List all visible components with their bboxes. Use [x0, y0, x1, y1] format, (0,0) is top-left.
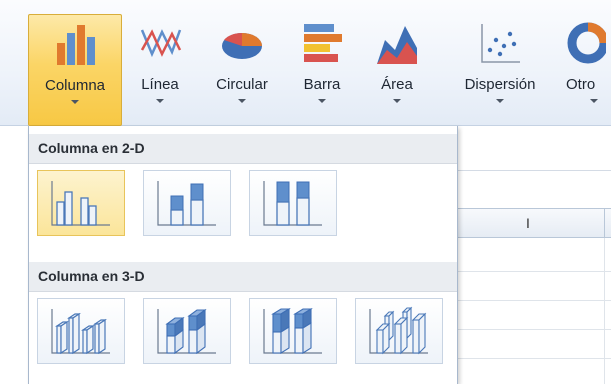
area-chart-button[interactable]: Área [370, 14, 424, 126]
row-gridline [456, 300, 611, 301]
chevron-down-icon [71, 100, 79, 104]
pie-chart-icon [222, 32, 262, 59]
3d-clustered-column-option[interactable] [37, 298, 125, 364]
section-header-2d: Columna en 2-D [29, 134, 457, 164]
scatter-chart-label: Dispersión [464, 76, 536, 93]
scatter-chart-button[interactable]: Dispersión [444, 14, 556, 126]
chevron-down-icon [318, 99, 326, 103]
3d-stacked-column-option[interactable] [143, 298, 231, 364]
chevron-down-icon [590, 99, 598, 103]
chevron-down-icon [496, 99, 504, 103]
3d-100-stacked-column-option[interactable] [249, 298, 337, 364]
stacked-column-icon [157, 181, 216, 226]
other-charts-button[interactable]: Otro [562, 14, 611, 126]
100-stacked-column-icon [263, 181, 322, 226]
section-header-3d: Columna en 3-D [29, 262, 457, 292]
divider [456, 170, 611, 171]
ribbon-chart-group: Columna Línea Circular Barra Área Disper… [0, 0, 611, 126]
row-gridline [456, 271, 611, 272]
3d-stacked-column-icon [157, 308, 216, 355]
other-charts-label: Otro [566, 76, 596, 93]
column-chart-label: Columna [44, 77, 106, 94]
3d-clustered-column-icon [51, 309, 110, 355]
line-chart-icon [140, 29, 182, 58]
pie-chart-label: Circular [216, 76, 268, 93]
row-gridline [456, 329, 611, 330]
clustered-column-icon [51, 181, 110, 226]
chevron-down-icon [393, 99, 401, 103]
bar-chart-button[interactable]: Barra [292, 14, 352, 126]
doughnut-chart-icon [567, 22, 606, 64]
column-chart-icon [57, 25, 95, 65]
3d-column-option[interactable] [355, 298, 443, 364]
stacked-column-option[interactable] [143, 170, 231, 236]
line-chart-label: Línea [141, 76, 179, 93]
column-gridline [604, 238, 605, 384]
column-letter: I [526, 215, 530, 231]
scatter-chart-icon [481, 24, 520, 63]
pie-chart-button[interactable]: Circular [198, 14, 286, 126]
3d-100-stacked-column-icon [263, 308, 322, 354]
area-chart-icon [377, 26, 417, 64]
row-gridline [456, 358, 611, 359]
3d-column-icon [369, 306, 428, 355]
bar-chart-label: Barra [303, 76, 341, 93]
chevron-down-icon [238, 99, 246, 103]
chevron-down-icon [156, 99, 164, 103]
100-stacked-column-option[interactable] [249, 170, 337, 236]
worksheet-area: I [456, 126, 611, 384]
column-chart-button[interactable]: Columna [28, 14, 122, 126]
column-chart-gallery: Columna en 2-D Columna en 3-D [28, 126, 458, 384]
column-separator [604, 209, 605, 239]
bar-chart-icon [304, 24, 342, 62]
clustered-column-option[interactable] [37, 170, 125, 236]
area-chart-label: Área [381, 76, 413, 93]
column-header-i[interactable]: I [456, 208, 611, 239]
line-chart-button[interactable]: Línea [128, 14, 192, 126]
